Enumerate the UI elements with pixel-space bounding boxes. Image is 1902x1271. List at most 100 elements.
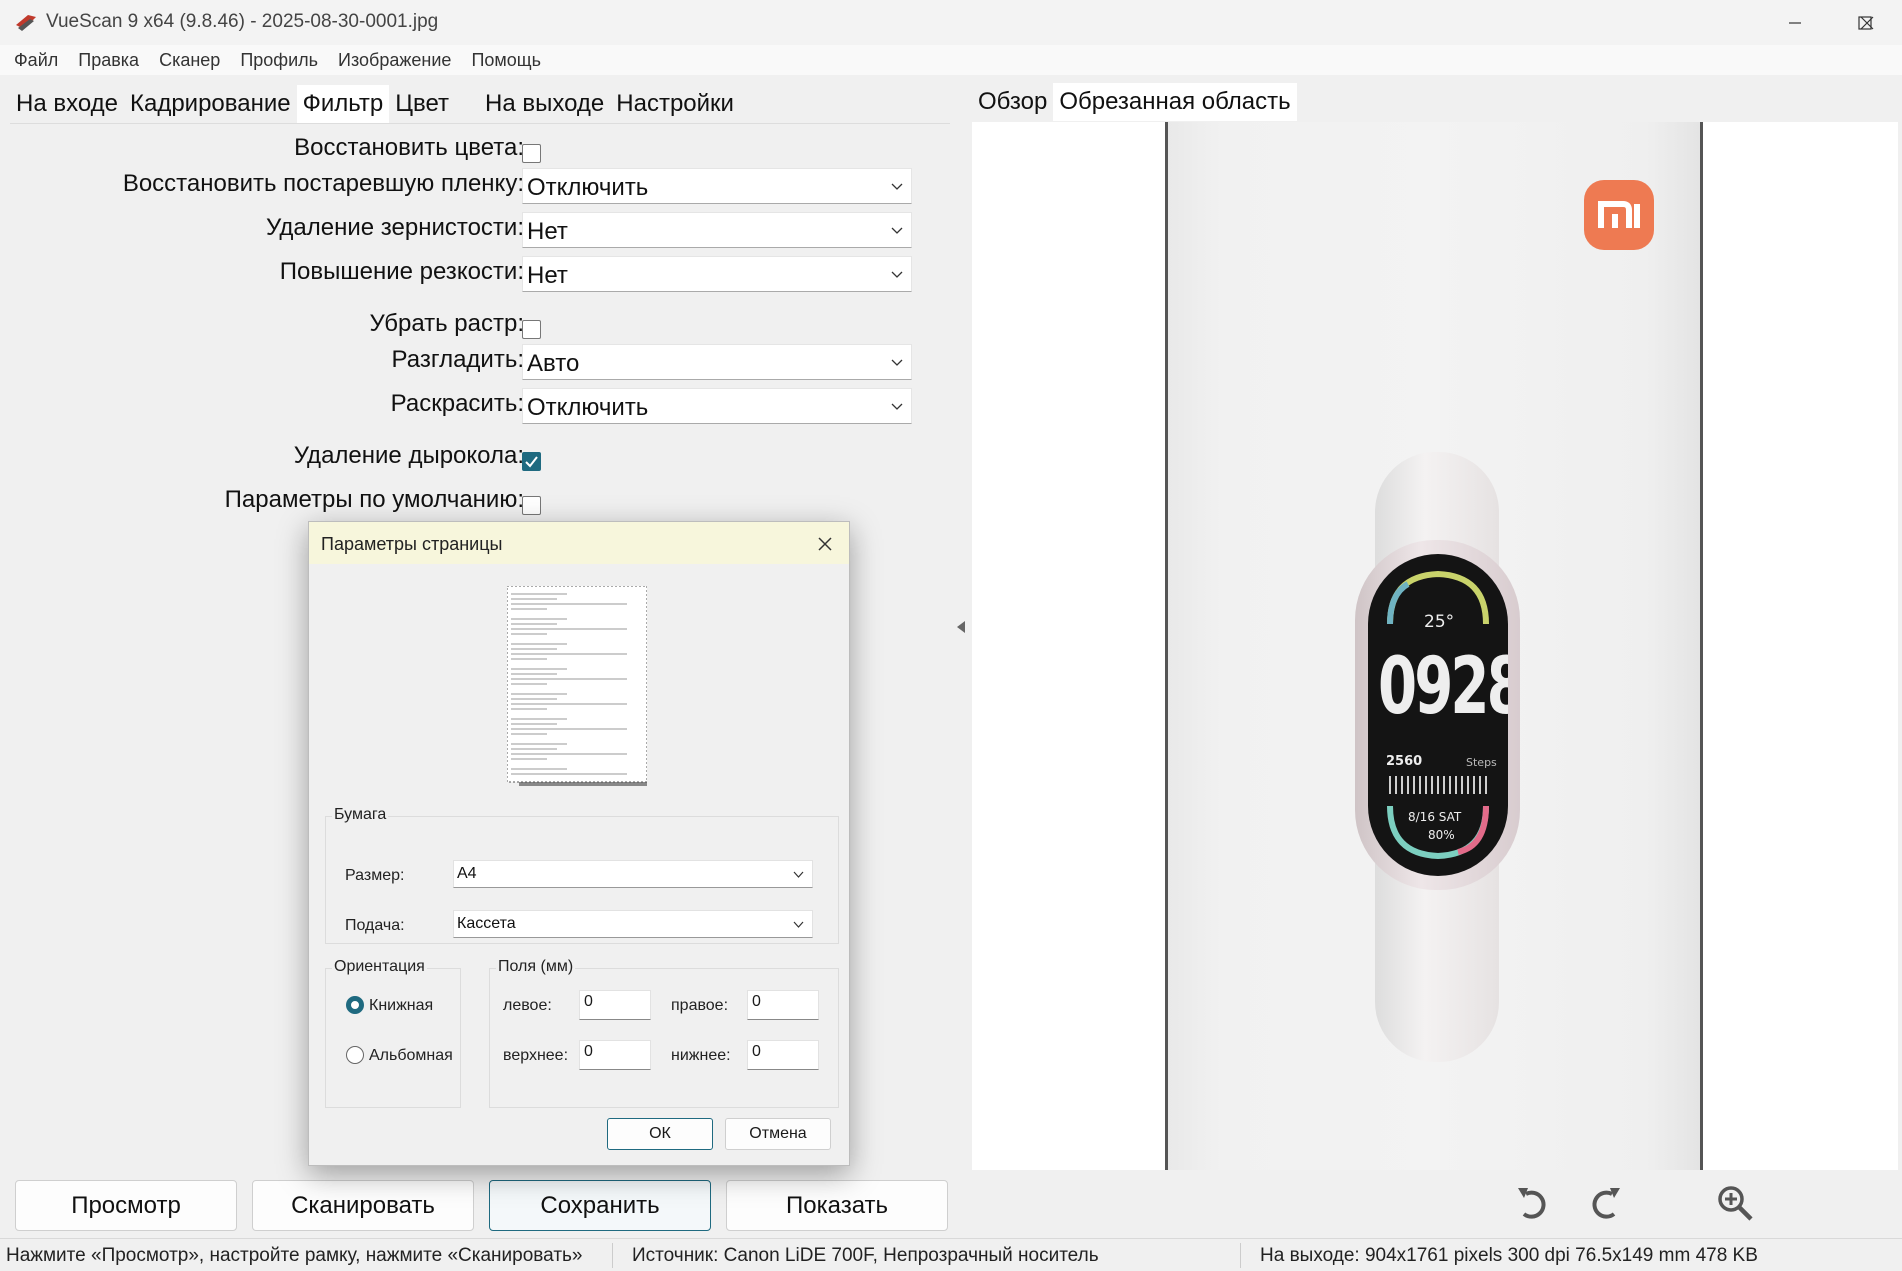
restore-faded-select[interactable]: Отключить (522, 168, 912, 204)
chevron-down-icon (891, 183, 903, 190)
status-output: На выходе: 904x1761 pixels 300 dpi 76.5x… (1260, 1245, 1758, 1266)
watch-battery: 80% (1428, 828, 1455, 842)
left-margin-input[interactable]: 0 (579, 990, 651, 1020)
show-button[interactable]: Показать (726, 1180, 948, 1231)
bottom-margin-input[interactable]: 0 (747, 1040, 819, 1070)
menu-file[interactable]: Файл (4, 50, 68, 71)
size-label: Размер: (345, 867, 405, 884)
chevron-down-icon (891, 403, 903, 410)
dialog-title: Параметры страницы (321, 534, 503, 554)
chevron-down-icon (793, 921, 804, 928)
hole-removal-row: Удаление дырокола: (10, 436, 950, 476)
left-margin-label: левое: (503, 997, 552, 1014)
menu-edit[interactable]: Правка (68, 50, 149, 71)
colorize-value: Отключить (527, 394, 649, 421)
top-margin-input[interactable]: 0 (579, 1040, 651, 1070)
landscape-radio[interactable] (346, 1046, 364, 1064)
sharpen-select[interactable]: Нет (522, 256, 912, 292)
restore-faded-row: Восстановить постаревшую пленку: Отключи… (10, 164, 950, 204)
tab-output[interactable]: На выходе (479, 85, 610, 123)
preview-button[interactable]: Просмотр (15, 1180, 237, 1231)
menu-bar: Файл Правка Сканер Профиль Изображение П… (0, 45, 1902, 75)
sharpen-value: Нет (527, 262, 568, 289)
mi-logo (1584, 180, 1654, 250)
descreen-row: Убрать растр: (10, 304, 950, 344)
preview-tabs: Обзор Обрезанная область (972, 83, 1297, 123)
rotate-right-icon[interactable] (1584, 1182, 1626, 1224)
hole-removal-label: Удаление дырокола: (293, 442, 524, 469)
smooth-select[interactable]: Авто (522, 344, 912, 380)
close-window-button[interactable] (1832, 0, 1902, 45)
tab-prefs[interactable]: Настройки (610, 85, 740, 123)
portrait-label: Книжная (369, 997, 434, 1014)
margins-group: Поля (мм) (489, 958, 839, 1108)
close-icon (1860, 16, 1874, 29)
chevron-down-icon (891, 359, 903, 366)
descreen-label: Убрать растр: (369, 310, 525, 337)
colorize-row: Раскрасить: Отключить (10, 384, 950, 424)
scan-button[interactable]: Сканировать (252, 1180, 474, 1231)
sharpen-row: Повышение резкости: Нет (10, 252, 950, 292)
chevron-down-icon (891, 271, 903, 278)
right-margin-input[interactable]: 0 (747, 990, 819, 1020)
chevron-down-icon (891, 227, 903, 234)
landscape-label: Альбомная (369, 1047, 453, 1064)
watch-time: 0928 (1378, 642, 1508, 732)
menu-scanner[interactable]: Сканер (149, 50, 230, 71)
colorize-label: Раскрасить: (390, 390, 524, 417)
close-icon (818, 537, 832, 551)
restore-colors-label: Восстановить цвета: (294, 134, 524, 161)
tab-color[interactable]: Цвет (389, 85, 455, 123)
page-preview-thumbnail (507, 586, 647, 786)
source-label: Подача: (345, 917, 405, 934)
dialog-close-button[interactable] (811, 530, 839, 558)
orientation-group-title: Ориентация (332, 958, 427, 976)
menu-help[interactable]: Помощь (461, 50, 551, 71)
menu-image[interactable]: Изображение (328, 50, 461, 71)
settings-tabs: На входе Кадрирование Фильтр Цвет На вых… (10, 85, 740, 123)
paper-source-select[interactable]: Кассета (453, 910, 813, 938)
paper-source-value: Кассета (457, 915, 516, 932)
tab-filter[interactable]: Фильтр (296, 85, 390, 123)
rotate-left-icon[interactable] (1512, 1182, 1554, 1224)
default-params-checkbox[interactable] (522, 496, 541, 515)
grain-select[interactable]: Нет (522, 212, 912, 248)
tab-cropped-area[interactable]: Обрезанная область (1053, 83, 1297, 121)
smooth-row: Разгладить: Авто (10, 340, 950, 380)
sharpen-label: Повышение резкости: (279, 258, 524, 285)
default-params-label: Параметры по умолчанию: (224, 486, 524, 513)
grain-row: Удаление зернистости: Нет (10, 208, 950, 248)
panel-splitter[interactable] (955, 612, 967, 642)
tab-overview[interactable]: Обзор (972, 83, 1053, 121)
tab-input[interactable]: На входе (10, 85, 124, 123)
paper-size-select[interactable]: A4 (453, 860, 813, 888)
portrait-radio[interactable] (346, 996, 364, 1014)
ok-button[interactable]: ОК (607, 1118, 713, 1150)
restore-colors-row: Восстановить цвета: (10, 128, 950, 168)
restore-colors-checkbox[interactable] (522, 144, 541, 163)
paper-size-value: A4 (457, 865, 477, 882)
checkmark-icon (525, 456, 538, 468)
menu-profile[interactable]: Профиль (230, 50, 328, 71)
restore-faded-label: Восстановить постаревшую пленку: (122, 170, 524, 197)
scanned-image[interactable]: 25° 0928 2560 Steps 8/16 SAT 80% (1165, 122, 1703, 1170)
status-divider (1240, 1243, 1241, 1268)
watch-steps-label: Steps (1466, 756, 1497, 769)
smooth-value: Авто (527, 350, 580, 377)
save-button[interactable]: Сохранить (489, 1180, 711, 1231)
top-margin-label: верхнее: (503, 1047, 569, 1064)
default-params-row: Параметры по умолчанию: (10, 480, 950, 520)
restore-faded-value: Отключить (527, 174, 649, 201)
status-divider (612, 1243, 613, 1268)
chevron-down-icon (793, 871, 804, 878)
minimize-button[interactable] (1760, 0, 1830, 45)
collapse-left-icon (957, 621, 965, 633)
grain-value: Нет (527, 218, 568, 245)
colorize-select[interactable]: Отключить (522, 388, 912, 424)
zoom-in-icon[interactable] (1714, 1182, 1756, 1224)
hole-removal-checkbox[interactable] (522, 452, 541, 471)
descreen-checkbox[interactable] (522, 320, 541, 339)
right-margin-label: правое: (671, 997, 729, 1014)
cancel-button[interactable]: Отмена (725, 1118, 831, 1150)
tab-crop[interactable]: Кадрирование (124, 85, 297, 123)
